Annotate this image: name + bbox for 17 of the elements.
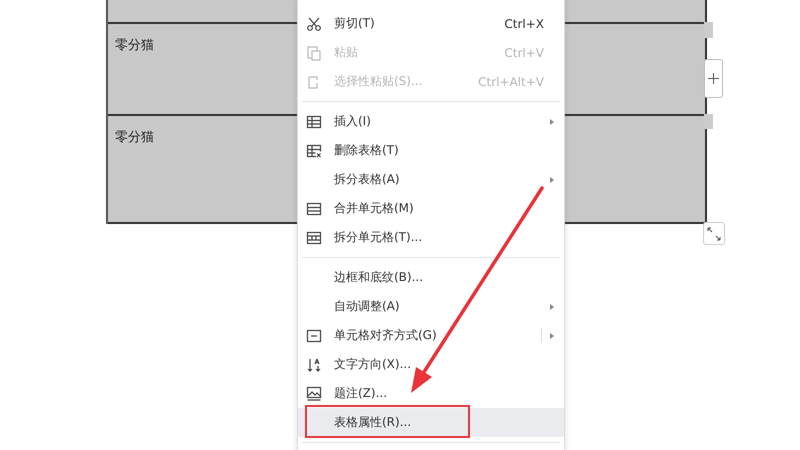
cell-text: 零分猫 xyxy=(115,130,154,145)
menu-item[interactable]: 删除表格(T) xyxy=(298,136,564,165)
menu-item[interactable]: 拆分单元格(T)... xyxy=(298,223,564,252)
menu-item[interactable]: 插入(I) xyxy=(298,107,564,136)
menu-item[interactable]: 剪切(T) Ctrl+X xyxy=(298,9,564,38)
menu-item[interactable]: 合并单元格(M) xyxy=(298,194,564,223)
menu-item[interactable]: 单元格对齐方式(G) xyxy=(298,321,564,350)
shortcut-text: Ctrl+X xyxy=(504,16,544,30)
menu-item[interactable]: 题注(Z)... xyxy=(298,379,564,408)
menu-item[interactable]: 边框和底纹(B)... xyxy=(298,263,564,292)
menu-item[interactable]: 表格属性(R)... xyxy=(298,408,564,437)
menu-item[interactable]: 拆分表格(A) xyxy=(298,165,564,194)
cell-text: 零分猫 xyxy=(115,38,154,53)
shortcut-text: Ctrl+V xyxy=(504,46,544,60)
shortcut-text: Ctrl+Alt+V xyxy=(478,74,544,88)
menu-item[interactable]: 自动调整(A) xyxy=(298,292,564,321)
menu-item[interactable]: 文字方向(X)... xyxy=(298,350,564,379)
